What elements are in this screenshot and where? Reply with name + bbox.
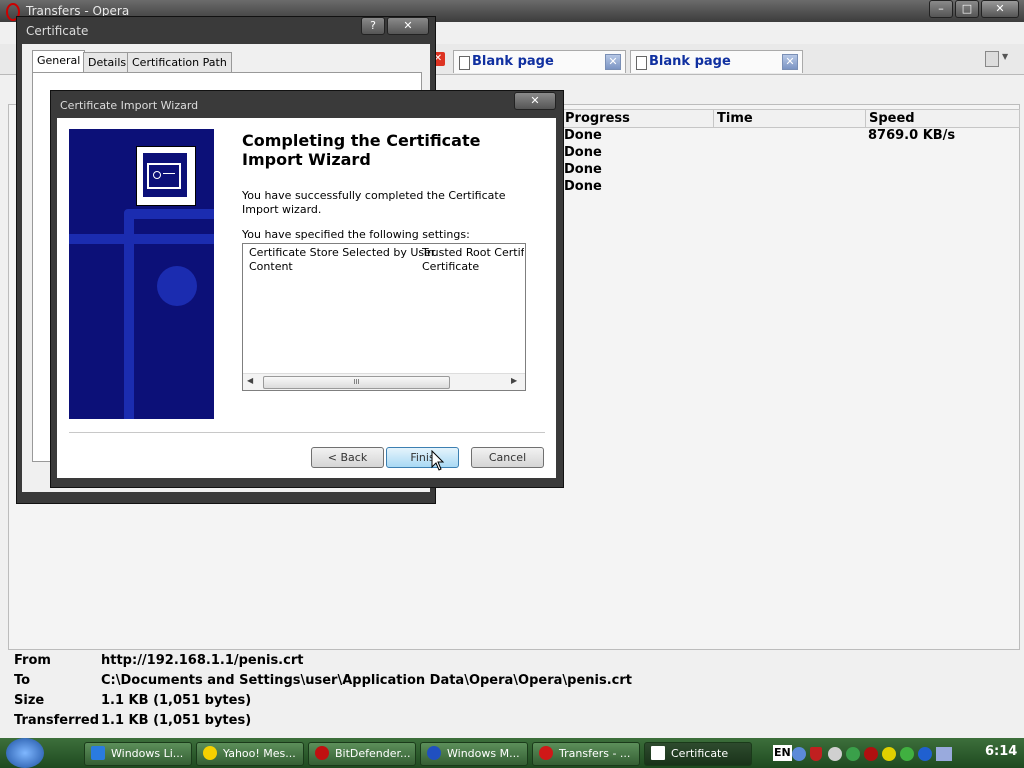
opera-icon <box>539 746 553 760</box>
yahoo-tray-icon[interactable] <box>882 747 896 761</box>
progress-cell: Done <box>564 145 602 160</box>
system-tray-icons[interactable] <box>792 746 972 762</box>
settings-key: Content <box>249 260 293 273</box>
scroll-left-icon[interactable]: ◀ <box>247 376 253 385</box>
tab-certification-path[interactable]: Certification Path <box>127 52 232 73</box>
progress-cell: Done <box>564 162 602 177</box>
tab-close-icon[interactable]: ✕ <box>605 54 621 70</box>
update-icon[interactable] <box>900 747 914 761</box>
minimize-button[interactable]: – <box>929 0 953 18</box>
to-label: To <box>14 673 31 688</box>
progress-cell: Done <box>564 179 602 194</box>
clock[interactable]: 6:14 <box>985 744 1017 759</box>
settings-intro: You have specified the following setting… <box>242 228 470 241</box>
taskbar-item-yahoo-messenger[interactable]: Yahoo! Mes... <box>196 742 304 766</box>
start-button[interactable] <box>6 738 44 768</box>
taskbar-item-bitdefender[interactable]: BitDefender... <box>308 742 416 766</box>
antivirus-icon[interactable] <box>864 747 878 761</box>
wizard-heading: Completing the Certificate Import Wizard <box>242 131 481 169</box>
taskbar-item-windows-live[interactable]: Windows Li... <box>84 742 192 766</box>
banner-decoration <box>69 234 214 244</box>
network-icon[interactable] <box>828 747 842 761</box>
help-button[interactable]: ? <box>361 17 385 35</box>
windows-live-icon <box>91 746 105 760</box>
from-label: From <box>14 653 51 668</box>
tab-details[interactable]: Details <box>83 52 132 73</box>
settings-key: Certificate Store Selected by User <box>249 246 436 259</box>
window-icon <box>651 746 665 760</box>
bitdefender-icon <box>315 746 329 760</box>
tab-blank-page-2[interactable]: Blank page ✕ <box>630 50 803 73</box>
wizard-title: Certificate Import Wizard <box>60 99 199 112</box>
scroll-thumb[interactable]: III <box>263 376 450 389</box>
size-label: Size <box>14 693 45 708</box>
speed-cell: 8769.0 KB/s <box>868 128 956 143</box>
tab-close-icon[interactable]: ✕ <box>782 54 798 70</box>
tab-blank-page-1[interactable]: Blank page ✕ <box>453 50 626 73</box>
table-row[interactable]: Done <box>564 162 1014 178</box>
language-indicator[interactable]: EN <box>773 745 792 761</box>
mouse-cursor-icon <box>431 450 445 471</box>
certificate-icon <box>136 146 196 206</box>
wizard-banner <box>69 129 214 419</box>
transferred-label: Transferred <box>14 713 100 728</box>
cancel-button[interactable]: Cancel <box>471 447 544 468</box>
close-button[interactable]: ✕ <box>981 0 1019 18</box>
certificate-dialog-title: Certificate <box>26 24 89 38</box>
messenger-icon[interactable] <box>846 747 860 761</box>
success-text: You have successfully completed the Cert… <box>242 189 506 216</box>
column-header-time[interactable]: Time <box>713 109 867 128</box>
transferred-value: 1.1 KB (1,051 bytes) <box>101 713 252 728</box>
certificate-close-button[interactable]: ✕ <box>387 17 429 35</box>
taskbar-item-certificate[interactable]: Certificate <box>644 742 752 766</box>
banner-decoration <box>157 266 197 306</box>
progress-cell: Done <box>564 128 602 143</box>
display-icon[interactable] <box>936 747 952 761</box>
table-row[interactable]: Done <box>564 145 1014 161</box>
download-icon[interactable] <box>918 747 932 761</box>
finish-button[interactable]: Finis <box>386 447 459 468</box>
table-row[interactable]: Done 8769.0 KB/s <box>564 128 1014 144</box>
column-header-progress[interactable]: Progress <box>561 109 714 128</box>
scroll-right-icon[interactable]: ▶ <box>511 376 517 385</box>
gear-icon[interactable] <box>792 747 806 761</box>
taskbar-item-transfers[interactable]: Transfers - ... <box>532 742 640 766</box>
from-value[interactable]: http://192.168.1.1/penis.crt <box>101 653 303 668</box>
table-row[interactable]: Done <box>564 179 1014 195</box>
scroll-grip: III <box>353 378 360 386</box>
chevron-down-icon[interactable]: ▼ <box>1002 52 1008 61</box>
separator <box>69 432 545 433</box>
shield-icon[interactable] <box>810 747 822 761</box>
tab-label: Blank page <box>649 54 731 69</box>
settings-list[interactable]: Certificate Store Selected by User Trust… <box>242 243 526 391</box>
taskbar-item-windows-media[interactable]: Windows M... <box>420 742 528 766</box>
back-button[interactable]: < Back <box>311 447 384 468</box>
column-header-speed[interactable]: Speed <box>865 109 1020 128</box>
yahoo-smiley-icon <box>203 746 217 760</box>
tab-general[interactable]: General <box>32 50 86 72</box>
settings-value: Trusted Root Certifica <box>422 246 524 259</box>
horizontal-scrollbar[interactable]: ◀ III ▶ <box>243 373 525 390</box>
wizard-close-button[interactable]: ✕ <box>514 92 556 110</box>
media-player-icon <box>427 746 441 760</box>
to-value[interactable]: C:\Documents and Settings\user\Applicati… <box>101 673 632 688</box>
page-icon <box>459 56 470 70</box>
page-icon <box>636 56 647 70</box>
trash-icon[interactable] <box>985 51 999 67</box>
maximize-button[interactable]: □ <box>955 0 979 18</box>
size-value: 1.1 KB (1,051 bytes) <box>101 693 252 708</box>
tab-label: Blank page <box>472 54 554 69</box>
settings-value: Certificate <box>422 260 480 273</box>
